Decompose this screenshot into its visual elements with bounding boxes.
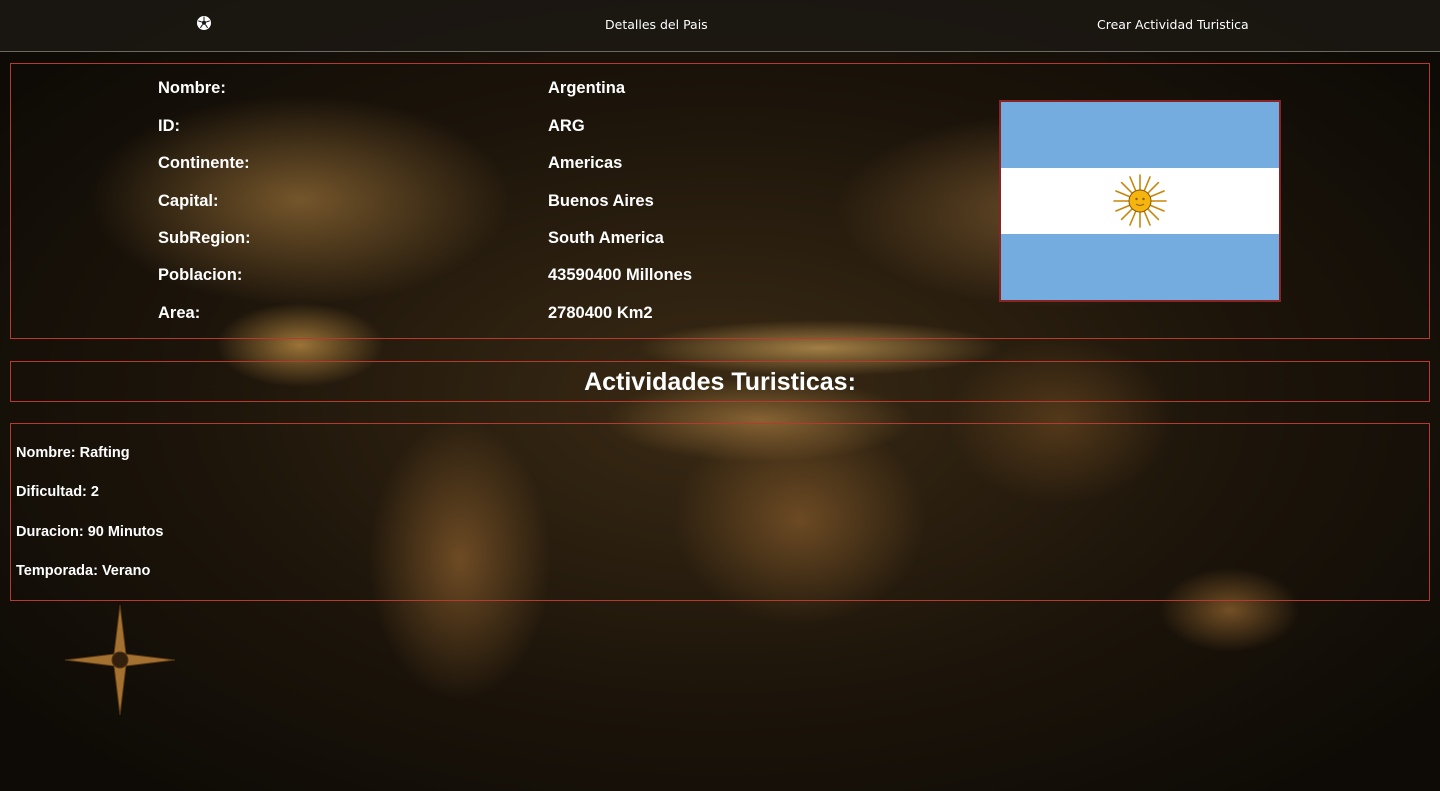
activities-heading: Actividades Turisticas: bbox=[584, 368, 856, 396]
capital-value: Buenos Aires bbox=[548, 192, 654, 210]
activity-duration: Duracion: 90 Minutos bbox=[16, 524, 164, 540]
continent-value: Americas bbox=[548, 154, 623, 172]
continent-label: Continente: bbox=[158, 154, 250, 172]
id-label: ID: bbox=[158, 117, 180, 135]
subregion-value: South America bbox=[548, 229, 664, 247]
home-link[interactable] bbox=[196, 15, 212, 31]
activity-season: Temporada: Verano bbox=[16, 563, 151, 579]
activity-card: Nombre: Rafting Dificultad: 2 Duracion: … bbox=[10, 423, 1430, 601]
activities-title-panel: Actividades Turisticas: bbox=[10, 361, 1430, 402]
population-label: Poblacion: bbox=[158, 266, 243, 284]
sun-of-may-icon bbox=[1113, 174, 1167, 228]
capital-label: Capital: bbox=[158, 192, 219, 210]
name-label: Nombre: bbox=[158, 79, 226, 97]
area-label: Area: bbox=[158, 304, 201, 322]
compass-rose-icon bbox=[64, 604, 176, 716]
country-flag-image bbox=[999, 100, 1281, 302]
id-value: ARG bbox=[548, 117, 585, 135]
name-value: Argentina bbox=[548, 79, 626, 97]
subregion-label: SubRegion: bbox=[158, 229, 251, 247]
activity-difficulty: Dificultad: 2 bbox=[16, 484, 99, 500]
soccer-ball-icon bbox=[197, 16, 211, 30]
activity-name: Nombre: Rafting bbox=[16, 445, 130, 461]
area-value: 2780400 Km2 bbox=[548, 304, 653, 322]
nav-link-country-details[interactable]: Detalles del Pais bbox=[605, 17, 708, 32]
top-navbar: Detalles del Pais Crear Actividad Turist… bbox=[0, 0, 1440, 52]
nav-link-create-activity[interactable]: Crear Actividad Turistica bbox=[1097, 17, 1249, 32]
country-details-panel: Nombre: Argentina ID: ARG Continente: Am… bbox=[10, 63, 1430, 339]
population-value: 43590400 Millones bbox=[548, 266, 693, 284]
